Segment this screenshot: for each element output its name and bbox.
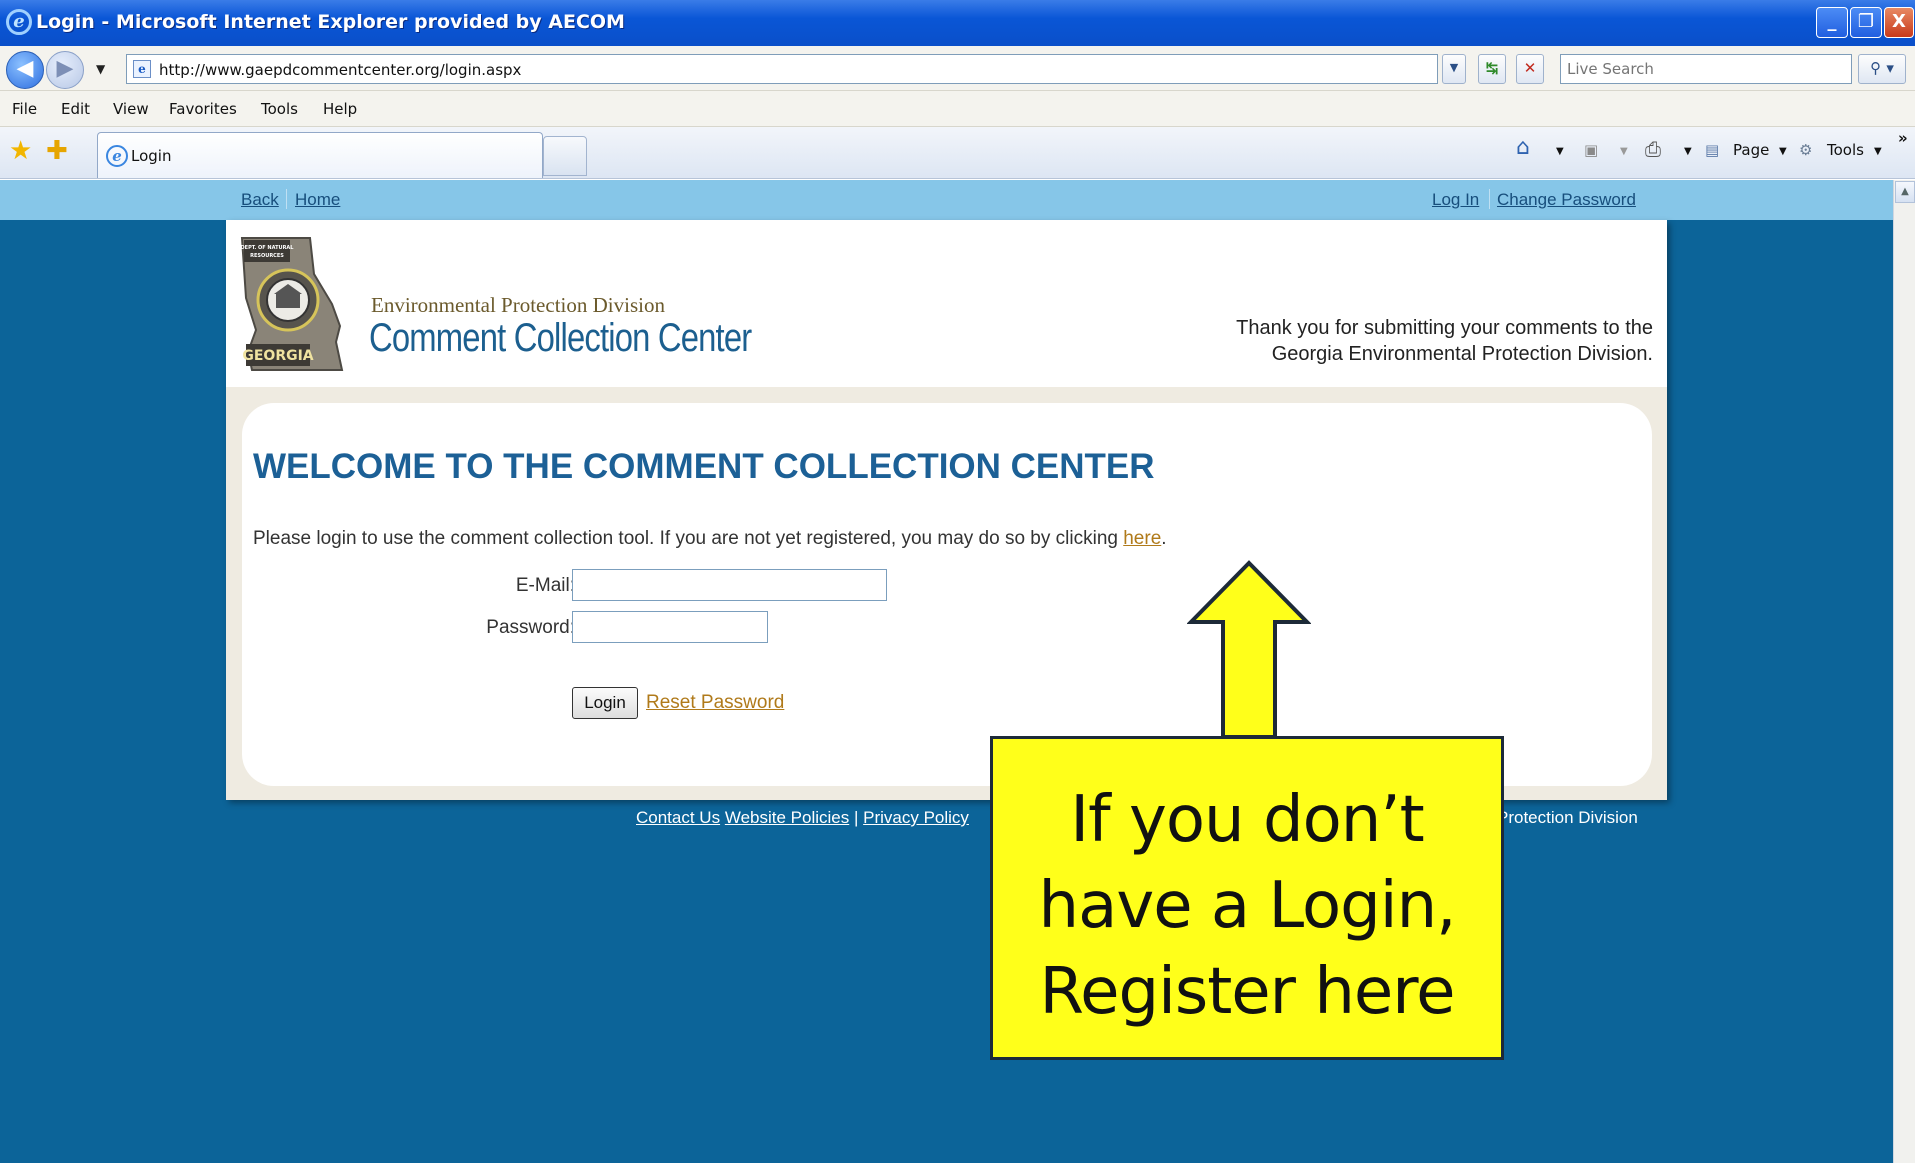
login-panel: WELCOME TO THE COMMENT COLLECTION CENTER… [242, 403, 1652, 786]
svg-text:DEPT. OF NATURAL: DEPT. OF NATURAL [241, 245, 295, 251]
thank-you-message: Thank you for submitting your comments t… [1236, 315, 1653, 367]
tools-gear-icon[interactable]: ⚙ [1799, 141, 1812, 159]
page-menu-label[interactable]: Page [1733, 141, 1769, 159]
window-title-bar: e Login - Microsoft Internet Explorer pr… [0, 0, 1915, 46]
svg-text:RESOURCES: RESOURCES [250, 253, 284, 259]
email-input[interactable] [573, 570, 886, 600]
menu-view[interactable]: View [113, 100, 149, 118]
page-icon: e [133, 60, 151, 78]
page-menu-icon[interactable]: ▤ [1705, 141, 1719, 159]
print-icon[interactable]: ⎙ [1645, 137, 1661, 161]
search-input[interactable] [1561, 55, 1851, 83]
search-field[interactable] [1560, 54, 1852, 84]
svg-text:GEORGIA: GEORGIA [242, 348, 313, 364]
page-heading: WELCOME TO THE COMMENT COLLECTION CENTER [253, 447, 1155, 486]
new-tab-button[interactable] [543, 136, 587, 176]
georgia-dnr-seal-logo: DEPT. OF NATURAL RESOURCES GEORGIA [241, 237, 344, 371]
feeds-dropdown-icon[interactable]: ▼ [1620, 146, 1628, 157]
search-button[interactable]: ⚲ ▾ [1858, 54, 1906, 84]
site-nav-bar: Back Home Log In Change Password [0, 180, 1893, 220]
intro-text: Please login to use the comment collecti… [253, 528, 1167, 550]
menu-file[interactable]: File [12, 100, 37, 118]
footer-separator: | [853, 808, 859, 827]
privacy-policy-link[interactable]: Privacy Policy [863, 808, 969, 827]
register-here-link[interactable]: here [1123, 528, 1161, 549]
main-card: DEPT. OF NATURAL RESOURCES GEORGIA Envir… [226, 220, 1667, 800]
app-title: Comment Collection Center [369, 316, 752, 360]
forward-button[interactable]: ▶ [46, 51, 84, 89]
menu-edit[interactable]: Edit [61, 100, 90, 118]
contact-us-link[interactable]: Contact Us [636, 808, 720, 827]
annotation-callout: If you don’t have a Login, Register here [990, 736, 1504, 1060]
home-dropdown-icon[interactable]: ▼ [1556, 146, 1564, 157]
feeds-icon[interactable]: ▣ [1584, 141, 1598, 159]
scroll-up-arrow-icon[interactable]: ▲ [1895, 181, 1915, 203]
password-label: Password: [486, 617, 575, 638]
home-icon[interactable]: ⌂ [1516, 135, 1530, 160]
restore-button[interactable]: ❐ [1850, 7, 1882, 38]
callout-line-2: have a Login, [1038, 869, 1457, 943]
url-text: http://www.gaepdcommentcenter.org/login.… [159, 61, 522, 79]
tools-dropdown-icon[interactable]: ▼ [1874, 146, 1882, 157]
password-input[interactable] [573, 612, 767, 642]
address-field[interactable]: e http://www.gaepdcommentcenter.org/logi… [126, 54, 1438, 84]
refresh-icon[interactable]: ↹ [1478, 54, 1506, 84]
window-title: Login - Microsoft Internet Explorer prov… [36, 11, 625, 33]
website-policies-link[interactable]: Website Policies [725, 808, 849, 827]
intro-text-body: Please login to use the comment collecti… [253, 528, 1124, 549]
add-favorite-icon[interactable]: ✚ [46, 136, 68, 166]
page-dropdown-icon[interactable]: ▼ [1779, 146, 1787, 157]
email-field[interactable] [572, 569, 887, 601]
tab-bar: ★ ✚ e Login ⌂ ▼ ▣ ▼ ⎙ ▼ ▤ Page ▼ ⚙ Tools… [0, 127, 1915, 179]
tools-menu-label[interactable]: Tools [1827, 141, 1864, 159]
nav-login-link[interactable]: Log In [1432, 190, 1479, 210]
nav-change-password-link[interactable]: Change Password [1497, 190, 1636, 210]
more-commands-icon[interactable]: » [1898, 129, 1908, 147]
menu-tools[interactable]: Tools [261, 100, 298, 118]
menu-help[interactable]: Help [323, 100, 357, 118]
minimize-button[interactable]: _ [1816, 7, 1848, 38]
menu-bar: File Edit View Favorites Tools Help [0, 91, 1915, 127]
internet-explorer-icon: e [6, 9, 32, 35]
reset-password-link[interactable]: Reset Password [646, 692, 784, 714]
intro-text-end: . [1161, 528, 1167, 549]
favorites-star-icon[interactable]: ★ [9, 136, 32, 166]
stop-icon[interactable]: ✕ [1516, 54, 1544, 84]
tab-login[interactable]: e Login [97, 132, 543, 178]
ie-page-icon: e [106, 145, 128, 167]
callout-line-3: Register here [1039, 955, 1455, 1029]
footer-links: Contact Us Website Policies | Privacy Po… [636, 808, 969, 828]
thank-you-line-1: Thank you for submitting your comments t… [1236, 317, 1653, 339]
callout-arrow-icon [1187, 560, 1311, 739]
back-button[interactable]: ◀ [6, 51, 44, 89]
tab-label: Login [131, 147, 172, 165]
footer-division-text: Protection Division [1497, 808, 1638, 827]
nav-divider [286, 189, 287, 209]
nav-divider [1489, 189, 1490, 209]
login-button[interactable]: Login [572, 687, 638, 719]
callout-text: If you don’t have a Login, Register here [993, 777, 1501, 1035]
nav-back-link[interactable]: Back [241, 190, 279, 210]
address-dropdown-icon[interactable]: ▼ [1442, 54, 1466, 84]
history-dropdown-icon[interactable]: ▼ [96, 62, 105, 76]
nav-home-link[interactable]: Home [295, 190, 340, 210]
email-label: E-Mail: [515, 575, 575, 596]
close-button[interactable]: X [1884, 7, 1914, 38]
division-name: Environmental Protection Division [371, 293, 665, 317]
vertical-scrollbar[interactable]: ▲ [1893, 180, 1915, 1163]
menu-favorites[interactable]: Favorites [169, 100, 237, 118]
print-dropdown-icon[interactable]: ▼ [1684, 146, 1692, 157]
callout-line-1: If you don’t [1070, 783, 1424, 857]
address-toolbar: ◀ ▶ ▼ e http://www.gaepdcommentcenter.or… [0, 46, 1915, 91]
site-header: DEPT. OF NATURAL RESOURCES GEORGIA Envir… [226, 220, 1667, 387]
web-page: Back Home Log In Change Password DEPT. O… [0, 180, 1893, 1163]
thank-you-line-2: Georgia Environmental Protection Divisio… [1271, 343, 1653, 365]
password-field[interactable] [572, 611, 768, 643]
